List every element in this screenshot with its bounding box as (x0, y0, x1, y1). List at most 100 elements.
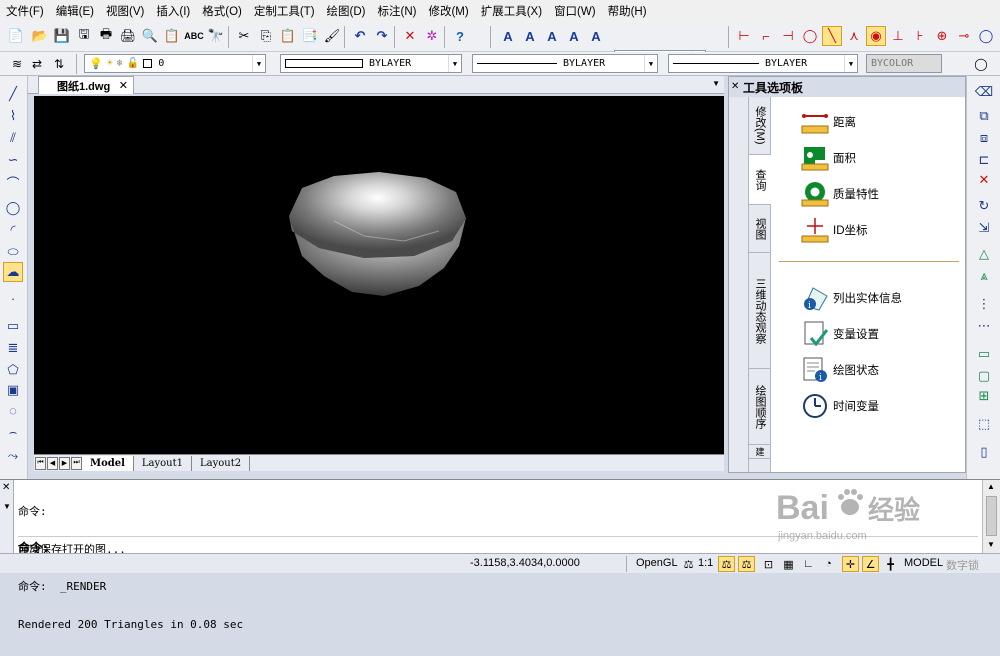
palette-item-mass-properties[interactable]: 质量特性 (801, 179, 879, 209)
linear-dimension-icon[interactable]: ⊢ (734, 26, 754, 46)
drawing-viewport[interactable] (34, 96, 724, 454)
palette-tab-draw-order[interactable]: 绘图顺序 (749, 369, 771, 445)
otrack-icon[interactable]: ∠ (862, 556, 879, 572)
annotation-scale-icon[interactable]: ⚖ (680, 556, 697, 572)
palette-item-distance[interactable]: 距离 (801, 107, 856, 137)
chevron-down-icon[interactable]: ▼ (252, 55, 265, 72)
lineweight-select[interactable]: BYLAYER ▼ (668, 54, 858, 73)
chevron-down-icon[interactable]: ▼ (644, 55, 657, 72)
menu-item-6[interactable]: 绘图(D) (327, 3, 366, 19)
leader-icon[interactable]: ⊸ (954, 26, 974, 46)
redo-icon[interactable]: ↷ (372, 26, 392, 46)
plot-icon[interactable]: 🖨 (118, 26, 138, 46)
erase-tool-icon[interactable]: ✲ (422, 26, 442, 46)
chevron-down-icon[interactable]: ▼ (844, 55, 857, 72)
polar-icon[interactable]: ◔ (820, 556, 837, 572)
offset-icon[interactable]: ⊏ (973, 150, 995, 170)
menu-item-1[interactable]: 编辑(E) (56, 3, 94, 19)
print-icon[interactable]: 🖶 (96, 26, 116, 46)
diameter-dimension-icon[interactable]: ╲ (822, 26, 842, 46)
menu-item-9[interactable]: 扩展工具(X) (481, 3, 542, 19)
copy-object-icon[interactable]: ⧉ (973, 106, 995, 126)
line-tool-icon[interactable]: ╱ (3, 84, 23, 104)
rotate-icon[interactable]: ↻ (973, 196, 995, 216)
palette-item-drawing-status[interactable]: i 绘图状态 (801, 355, 879, 385)
multiline-text-icon[interactable]: A (542, 26, 562, 46)
arc-3p-tool-icon[interactable]: ◜ (3, 220, 23, 240)
stretch-icon[interactable]: △ (973, 244, 995, 264)
palette-item-area[interactable]: 面积 (801, 143, 856, 173)
donut-tool-icon[interactable]: ◌ (3, 400, 23, 420)
menu-item-5[interactable]: 定制工具(T) (254, 3, 315, 19)
new-file-icon[interactable]: 📄 (6, 26, 26, 46)
palette-tab-3d-orbit[interactable]: 三维动态观察 (749, 253, 771, 369)
auto-scale-icon[interactable]: ⚖ (738, 556, 755, 572)
explode-icon[interactable]: ⊞ (973, 386, 995, 406)
linetype-select[interactable]: BYLAYER ▼ (472, 54, 658, 73)
spline-tool-icon[interactable]: ∽ (3, 150, 23, 170)
scroll-up-icon[interactable]: ▲ (987, 482, 995, 491)
copy-icon[interactable]: ⎘ (256, 26, 276, 46)
find-icon[interactable]: 🔭 (206, 26, 226, 46)
command-scrollbar[interactable]: ▲ ▼ (982, 480, 1000, 554)
close-icon[interactable]: ✕ (119, 79, 128, 92)
palette-item-id-point[interactable]: ID坐标 (801, 215, 868, 245)
match-properties-icon[interactable]: 🖌 (322, 26, 342, 46)
first-tab-icon[interactable]: ⏮ (35, 456, 46, 470)
palette-tab-view[interactable]: 视图 (749, 205, 771, 253)
3d-box-icon[interactable]: ⬚ (973, 414, 995, 434)
wipeout-tool-icon[interactable]: ⌢ (3, 422, 23, 442)
menu-item-3[interactable]: 插入(I) (156, 3, 190, 19)
document-tab[interactable]: 图纸1.dwg ✕ (38, 76, 134, 94)
break-icon[interactable]: ⋯ (973, 316, 995, 336)
preview-icon[interactable]: 🔍 (140, 26, 160, 46)
prev-tab-icon[interactable]: ◀ (47, 456, 58, 470)
layer-previous-icon[interactable]: ⇄ (28, 54, 46, 74)
layer-match-icon[interactable]: ⇅ (50, 54, 68, 74)
color-select[interactable]: BYLAYER ▼ (280, 54, 462, 73)
erase-icon[interactable]: ⌫ (973, 82, 995, 102)
close-icon[interactable]: ✕ (2, 482, 10, 493)
scroll-down-icon[interactable]: ▼ (987, 540, 995, 549)
tab-layout2[interactable]: Layout2 (192, 455, 251, 471)
ellipse-tool-icon[interactable]: ⬭ (3, 242, 23, 262)
annotation-scale-value[interactable]: 1:1 (698, 557, 713, 569)
chevron-down-icon[interactable]: ▼ (3, 502, 11, 511)
chevron-down-icon[interactable]: ▼ (448, 55, 461, 72)
mirror-icon[interactable]: ⧈ (973, 128, 995, 148)
menu-item-11[interactable]: 帮助(H) (608, 3, 647, 19)
chevron-down-icon[interactable]: ▼ (712, 79, 720, 88)
save-icon[interactable]: 💾 (52, 26, 72, 46)
paste-icon[interactable]: 📋 (278, 26, 298, 46)
scale-icon[interactable]: ⇲ (973, 218, 995, 238)
trim-icon[interactable]: ⩓ (973, 266, 995, 286)
circle-tool-icon[interactable]: ◯ (976, 26, 996, 46)
scrollbar-thumb[interactable] (986, 496, 997, 536)
menu-item-4[interactable]: 格式(O) (202, 3, 242, 19)
find-text-icon[interactable]: A (586, 26, 606, 46)
fillet-icon[interactable]: ▢ (973, 366, 995, 386)
ortho-icon[interactable]: ∟ (800, 556, 817, 572)
help-icon[interactable]: ? (450, 26, 470, 46)
xline-tool-icon[interactable]: ⫽ (3, 128, 23, 148)
edit-text-icon[interactable]: A (564, 26, 584, 46)
osnap-icon[interactable]: ✛ (842, 556, 859, 572)
palette-item-list-entity[interactable]: i 列出实体信息 (801, 283, 902, 313)
lineweight-toggle-icon[interactable]: ╋ (882, 556, 899, 572)
palette-tab-more[interactable]: 建 (749, 445, 771, 459)
paste-special-icon[interactable]: 📑 (300, 26, 320, 46)
palette-tab-inquiry[interactable]: 查询 (749, 155, 771, 205)
hatch-tool-icon[interactable]: ≣ (3, 338, 23, 358)
properties-icon[interactable]: ▯ (973, 442, 995, 462)
text-style-icon[interactable]: A (498, 26, 518, 46)
menu-item-0[interactable]: 文件(F) (6, 3, 44, 19)
chamfer-icon[interactable]: ▭ (973, 344, 995, 364)
continue-dimension-icon[interactable]: ⊦ (910, 26, 930, 46)
publish-icon[interactable]: 📋 (162, 26, 182, 46)
circle-tool-icon[interactable]: ◯ (972, 54, 990, 74)
arc-tool-icon[interactable]: ⌒ (3, 172, 23, 192)
point-tool-icon[interactable]: · (3, 288, 23, 308)
open-file-icon[interactable]: 📂 (30, 26, 50, 46)
center-mark-icon[interactable]: ◉ (866, 26, 886, 46)
annotation-visibility-icon[interactable]: ⚖ (718, 556, 735, 572)
